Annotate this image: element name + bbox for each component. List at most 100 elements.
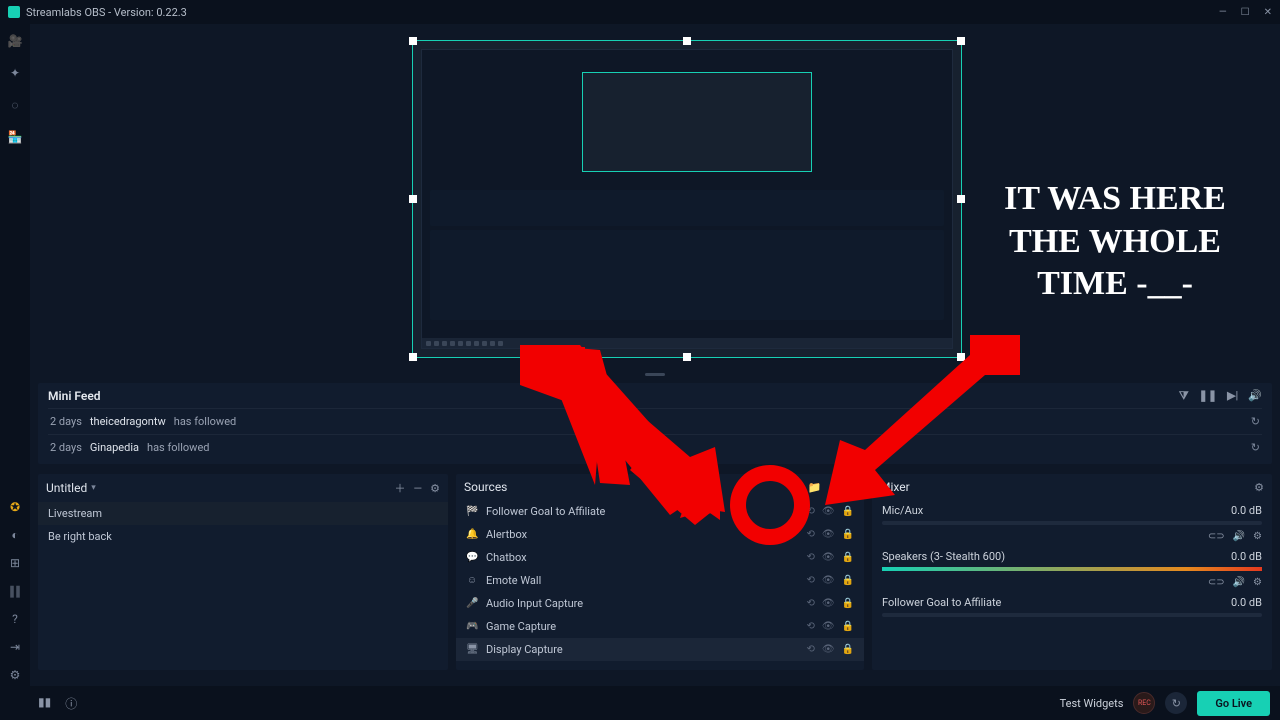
visibility-icon[interactable]: 👁 <box>822 644 835 655</box>
resize-handle[interactable] <box>683 37 691 45</box>
annotation-text: IT WAS HERE THE WHOLE TIME -__- <box>965 178 1265 306</box>
feed-user: theicedragontw <box>90 415 166 428</box>
lock-icon[interactable]: 🔒 <box>842 598 854 609</box>
record-button[interactable]: REC <box>1133 692 1155 714</box>
source-item[interactable]: 💬Chatbox⟲👁🔒 <box>456 546 864 569</box>
link-icon[interactable]: ⟲ <box>806 575 814 586</box>
horiz-splitter-icon[interactable]: — <box>414 482 423 495</box>
source-item[interactable]: ☺ Emote Wall ⟲ 👁 🔒 <box>456 569 864 592</box>
resize-handle[interactable] <box>957 195 965 203</box>
feed-action: has followed <box>174 415 236 428</box>
window-titlebar: Streamlabs OBS - Version: 0.22.3 — ☐ ✕ <box>0 0 1280 24</box>
scene-item[interactable]: Be right back <box>38 525 448 548</box>
source-type-icon: 💬 <box>466 552 478 563</box>
monitor-icon[interactable]: ⊂⊃ <box>1208 531 1225 542</box>
feed-age: 2 days <box>50 441 82 454</box>
sun-icon[interactable]: ◐ <box>11 528 18 542</box>
replay-icon[interactable]: ↻ <box>1251 441 1260 454</box>
arrow-annotation-right <box>820 335 1030 520</box>
gear-icon[interactable]: ⚙ <box>1253 531 1262 542</box>
lock-icon[interactable]: 🔒 <box>842 644 854 655</box>
replay-buffer-button[interactable]: ↻ <box>1165 692 1187 714</box>
lock-icon[interactable]: 🔒 <box>842 529 854 540</box>
settings-icon[interactable]: ⚙ <box>10 668 21 682</box>
performance-icon[interactable]: ▮▮ <box>38 695 51 712</box>
search-icon[interactable]: ◌ <box>8 98 22 112</box>
add-scene-icon[interactable]: ＋ <box>395 480 406 496</box>
studio-mode-icon[interactable]: ✪ <box>10 500 20 514</box>
source-item[interactable]: 🎮Game Capture⟲👁🔒 <box>456 615 864 638</box>
visibility-icon[interactable]: 👁 <box>822 598 835 609</box>
link-icon[interactable]: ⟲ <box>806 644 814 655</box>
source-item[interactable]: 🎤Audio Input Capture⟲👁🔒 <box>456 592 864 615</box>
link-icon[interactable]: ⟲ <box>806 621 814 632</box>
resize-handle[interactable] <box>957 37 965 45</box>
window-title: Streamlabs OBS - Version: 0.22.3 <box>26 6 187 19</box>
visibility-icon[interactable]: 👁 <box>822 552 835 563</box>
info-icon[interactable]: ⓘ <box>65 695 77 712</box>
replay-icon[interactable]: ↻ <box>1251 415 1260 428</box>
gear-icon[interactable]: ⚙ <box>1253 577 1262 588</box>
arrow-annotation-left-clean <box>525 347 735 522</box>
volume-meter[interactable] <box>882 567 1262 571</box>
pause-icon[interactable]: ❚❚ <box>1199 389 1217 403</box>
layout-icon[interactable]: ⊞ <box>10 556 20 570</box>
mixer-label: Follower Goal to Affiliate <box>882 596 1001 609</box>
skip-icon[interactable]: ▶| <box>1227 389 1238 403</box>
sources-title: Sources <box>464 480 507 494</box>
go-live-button[interactable]: Go Live <box>1197 691 1270 716</box>
volume-meter[interactable] <box>882 521 1262 525</box>
test-widgets-button[interactable]: Test Widgets <box>1060 697 1124 710</box>
mixer-db: 0.0 dB <box>1231 550 1262 563</box>
link-icon[interactable]: ⟲ <box>806 552 814 563</box>
link-icon[interactable]: ⟲ <box>806 529 814 540</box>
selected-source-frame[interactable] <box>412 40 962 358</box>
link-icon[interactable]: ⟲ <box>806 598 814 609</box>
volume-meter[interactable] <box>882 613 1262 617</box>
store-icon[interactable]: 🏪 <box>8 130 22 144</box>
mute-icon[interactable]: 🔊 <box>1233 531 1245 542</box>
close-button[interactable]: ✕ <box>1264 7 1272 18</box>
gear-icon[interactable]: ⚙ <box>430 482 440 495</box>
source-type-icon: ☺ <box>466 575 478 586</box>
visibility-icon[interactable]: 👁 <box>822 575 835 586</box>
mixer-db: 0.0 dB <box>1231 504 1262 517</box>
resize-handle[interactable] <box>409 353 417 361</box>
minimize-button[interactable]: — <box>1219 7 1227 18</box>
help-icon[interactable]: ? <box>12 612 18 626</box>
feed-age: 2 days <box>50 415 82 428</box>
lock-icon[interactable]: 🔒 <box>842 575 854 586</box>
source-item[interactable]: 🖥Display Capture⟲👁🔒 <box>456 638 864 661</box>
stats-icon[interactable]: ∥∥ <box>9 584 21 598</box>
mini-feed-title: Mini Feed <box>48 389 101 403</box>
mixer-channel: Speakers (3- Stealth 600)0.0 dB⊂⊃🔊⚙ <box>872 546 1272 592</box>
mixer-db: 0.0 dB <box>1231 596 1262 609</box>
scene-item[interactable]: Livestream <box>38 502 448 525</box>
source-label: Emote Wall <box>486 574 541 587</box>
gear-icon[interactable]: ⚙ <box>1254 481 1264 494</box>
mixer-channel: Follower Goal to Affiliate 0.0 dB <box>872 592 1272 627</box>
resize-handle[interactable] <box>409 195 417 203</box>
volume-icon[interactable]: 🔊 <box>1248 389 1262 403</box>
lock-icon[interactable]: 🔒 <box>842 552 854 563</box>
source-label: Audio Input Capture <box>486 597 583 610</box>
feed-user: Ginapedia <box>90 441 139 454</box>
mute-icon[interactable]: 🔊 <box>1233 577 1245 588</box>
source-type-icon: 🎮 <box>466 621 478 632</box>
source-label: Alertbox <box>486 528 527 541</box>
source-type-icon: 🔔 <box>466 529 478 540</box>
visibility-icon[interactable]: 👁 <box>822 621 835 632</box>
monitor-icon[interactable]: ⊂⊃ <box>1208 577 1225 588</box>
chevron-down-icon[interactable]: ▾ <box>91 483 96 493</box>
maximize-button[interactable]: ☐ <box>1241 7 1250 18</box>
annotation-circle <box>730 465 810 545</box>
source-type-icon: 🖥 <box>466 644 478 655</box>
editor-icon[interactable]: 🎥 <box>8 34 22 48</box>
visibility-icon[interactable]: 👁 <box>822 529 835 540</box>
resize-handle[interactable] <box>409 37 417 45</box>
themes-icon[interactable]: ✦ <box>8 66 22 80</box>
filter-icon[interactable]: ⧩ <box>1179 389 1189 403</box>
logout-icon[interactable]: ⇥ <box>10 640 20 654</box>
lock-icon[interactable]: 🔒 <box>842 621 854 632</box>
source-type-icon: 🏁 <box>466 506 478 517</box>
